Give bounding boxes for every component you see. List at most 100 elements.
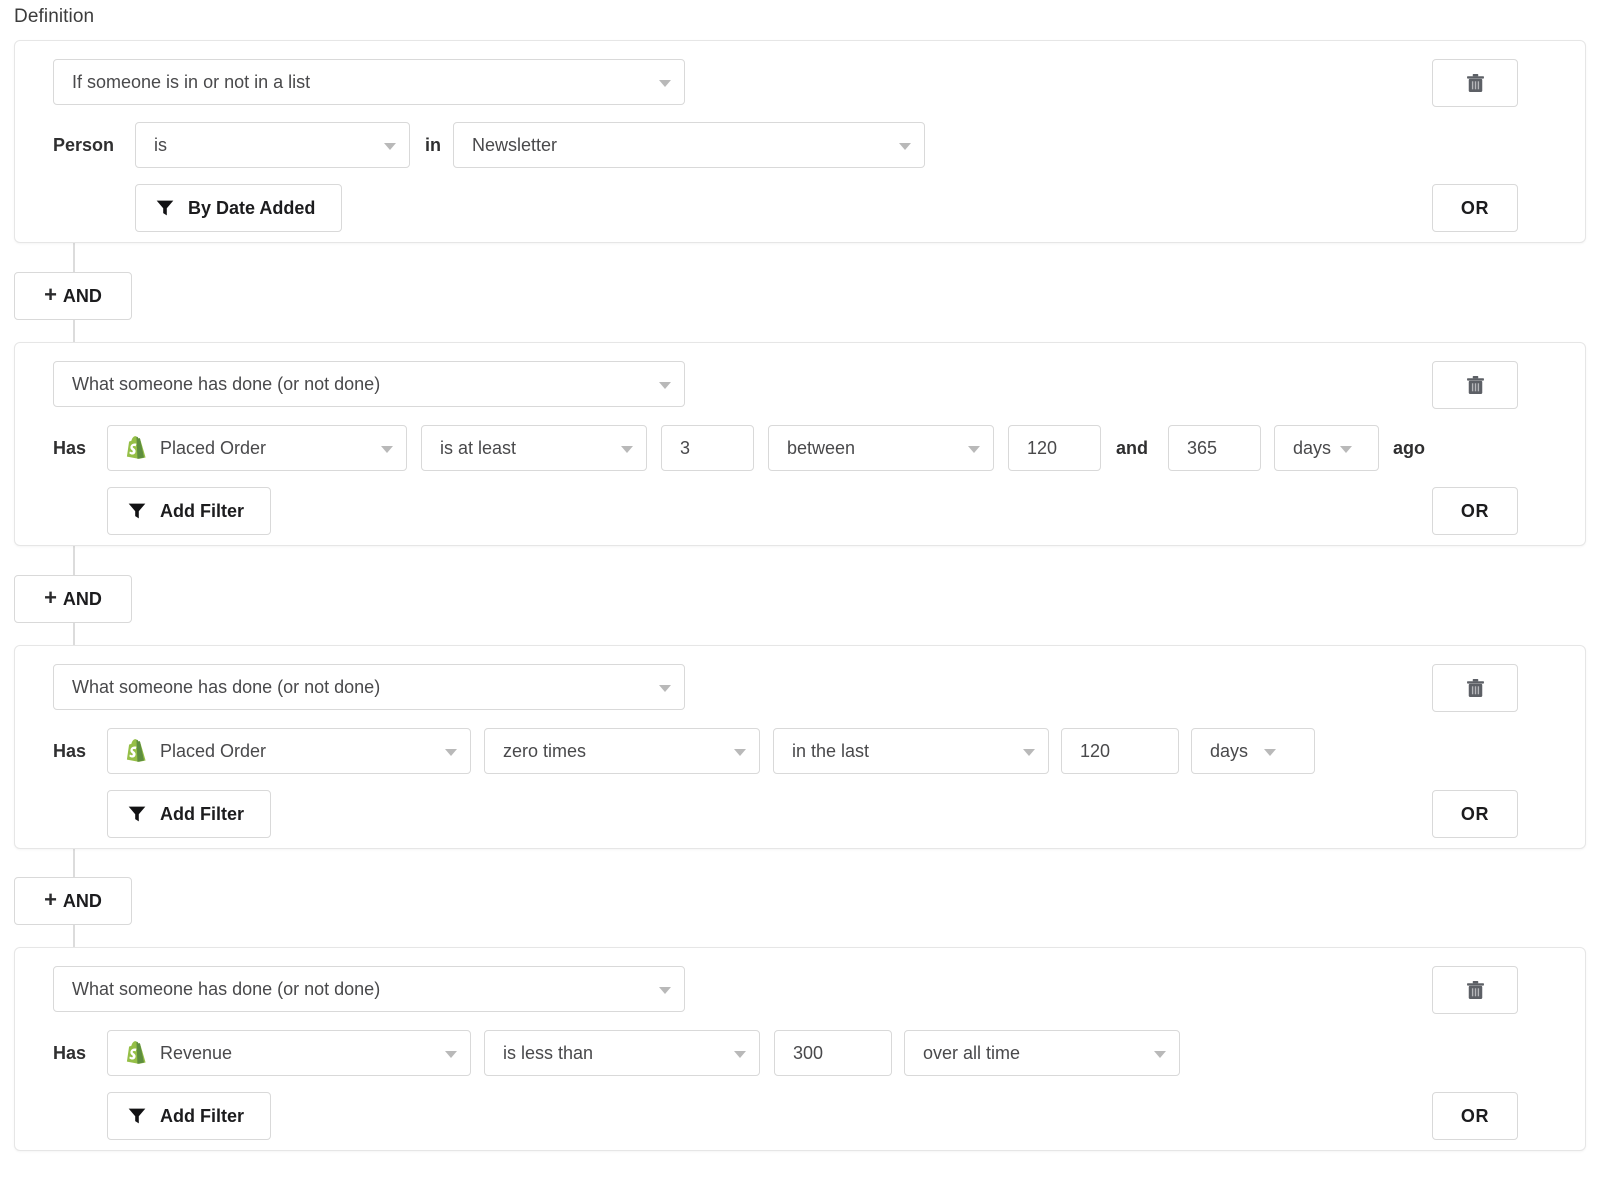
metric-select-2[interactable]: Placed Order	[107, 425, 407, 471]
funnel-icon	[156, 199, 174, 217]
metric-value-2: Placed Order	[160, 438, 266, 459]
add-and-label-2: AND	[63, 589, 102, 610]
metric-value-4: Revenue	[160, 1043, 232, 1064]
range-to-value-2: 365	[1187, 438, 1217, 459]
count-input-2[interactable]: 3	[661, 425, 754, 471]
add-and-button-2[interactable]: + AND	[14, 575, 132, 623]
add-filter-button-4[interactable]: Add Filter	[107, 1092, 271, 1140]
condition-type-select-1[interactable]: If someone is in or not in a list	[53, 59, 685, 105]
or-label-1: OR	[1461, 198, 1489, 219]
comparator-value-2: is at least	[440, 438, 516, 459]
duration-value-3: 120	[1080, 741, 1110, 762]
timeframe-select-3[interactable]: in the last	[773, 728, 1049, 774]
delete-condition-button-2[interactable]	[1432, 361, 1518, 409]
trash-icon	[1467, 74, 1484, 93]
and-conjunction-label-2: and	[1116, 425, 1148, 471]
or-button-2[interactable]: OR	[1432, 487, 1518, 535]
person-label-1: Person	[53, 122, 114, 168]
condition-type-value-2: What someone has done (or not done)	[72, 374, 380, 395]
or-button-3[interactable]: OR	[1432, 790, 1518, 838]
chevron-down-icon	[734, 1051, 746, 1058]
chevron-down-icon	[384, 143, 396, 150]
or-label-3: OR	[1461, 804, 1489, 825]
list-operator-select-1[interactable]: is	[135, 122, 410, 168]
add-and-button-1[interactable]: + AND	[14, 272, 132, 320]
timeframe-select-2[interactable]: between	[768, 425, 994, 471]
range-from-input-2[interactable]: 120	[1008, 425, 1101, 471]
metric-select-3[interactable]: Placed Order	[107, 728, 471, 774]
condition-type-select-3[interactable]: What someone has done (or not done)	[53, 664, 685, 710]
count-value-2: 3	[680, 438, 690, 459]
delete-condition-button-3[interactable]	[1432, 664, 1518, 712]
add-and-label-3: AND	[63, 891, 102, 912]
plus-icon: +	[44, 284, 57, 306]
add-filter-button-3[interactable]: Add Filter	[107, 790, 271, 838]
chevron-down-icon	[734, 749, 746, 756]
or-button-1[interactable]: OR	[1432, 184, 1518, 232]
unit-value-3: days	[1210, 741, 1248, 762]
amount-value-4: 300	[793, 1043, 823, 1064]
has-label-3: Has	[53, 728, 86, 774]
comparator-select-4[interactable]: is less than	[484, 1030, 760, 1076]
chevron-down-icon	[1023, 749, 1035, 756]
plus-icon: +	[44, 587, 57, 609]
has-label-2: Has	[53, 425, 86, 471]
range-to-input-2[interactable]: 365	[1168, 425, 1261, 471]
condition-type-select-4[interactable]: What someone has done (or not done)	[53, 966, 685, 1012]
condition-type-value-3: What someone has done (or not done)	[72, 677, 380, 698]
shopify-icon	[124, 738, 150, 764]
chevron-down-icon	[1340, 446, 1352, 453]
funnel-icon	[128, 502, 146, 520]
or-label-2: OR	[1461, 501, 1489, 522]
plus-icon: +	[44, 889, 57, 911]
timeframe-value-3: in the last	[792, 741, 869, 762]
funnel-icon	[128, 805, 146, 823]
comparator-select-3[interactable]: zero times	[484, 728, 760, 774]
chevron-down-icon	[659, 987, 671, 994]
chevron-down-icon	[968, 446, 980, 453]
or-button-4[interactable]: OR	[1432, 1092, 1518, 1140]
delete-condition-button-1[interactable]	[1432, 59, 1518, 107]
trash-icon	[1467, 376, 1484, 395]
by-date-added-label-1: By Date Added	[188, 198, 315, 219]
chevron-down-icon	[659, 382, 671, 389]
add-filter-label-4: Add Filter	[160, 1106, 244, 1127]
unit-select-3[interactable]: days	[1191, 728, 1315, 774]
timeframe-select-4[interactable]: over all time	[904, 1030, 1180, 1076]
metric-value-3: Placed Order	[160, 741, 266, 762]
delete-condition-button-4[interactable]	[1432, 966, 1518, 1014]
duration-input-3[interactable]: 120	[1061, 728, 1179, 774]
unit-select-2[interactable]: days	[1274, 425, 1379, 471]
shopify-icon	[124, 1040, 150, 1066]
comparator-value-4: is less than	[503, 1043, 593, 1064]
chevron-down-icon	[445, 749, 457, 756]
chevron-down-icon	[445, 1051, 457, 1058]
trash-icon	[1467, 679, 1484, 698]
condition-card-3: What someone has done (or not done) Has …	[14, 645, 1586, 849]
list-operator-value-1: is	[154, 135, 167, 156]
add-filter-label-2: Add Filter	[160, 501, 244, 522]
condition-type-value-1: If someone is in or not in a list	[72, 72, 310, 93]
timeframe-value-2: between	[787, 438, 855, 459]
add-filter-label-3: Add Filter	[160, 804, 244, 825]
chevron-down-icon	[659, 685, 671, 692]
condition-card-4: What someone has done (or not done) Has …	[14, 947, 1586, 1151]
add-and-button-3[interactable]: + AND	[14, 877, 132, 925]
condition-type-select-2[interactable]: What someone has done (or not done)	[53, 361, 685, 407]
timeframe-value-4: over all time	[923, 1043, 1020, 1064]
chevron-down-icon	[659, 80, 671, 87]
list-value-1: Newsletter	[472, 135, 557, 156]
comparator-select-2[interactable]: is at least	[421, 425, 647, 471]
shopify-icon	[124, 435, 150, 461]
add-filter-button-2[interactable]: Add Filter	[107, 487, 271, 535]
ago-suffix-label-2: ago	[1393, 425, 1425, 471]
condition-type-value-4: What someone has done (or not done)	[72, 979, 380, 1000]
list-select-1[interactable]: Newsletter	[453, 122, 925, 168]
chevron-down-icon	[381, 446, 393, 453]
range-from-value-2: 120	[1027, 438, 1057, 459]
amount-input-4[interactable]: 300	[774, 1030, 892, 1076]
has-label-4: Has	[53, 1030, 86, 1076]
metric-select-4[interactable]: Revenue	[107, 1030, 471, 1076]
by-date-added-button-1[interactable]: By Date Added	[135, 184, 342, 232]
add-and-label-1: AND	[63, 286, 102, 307]
